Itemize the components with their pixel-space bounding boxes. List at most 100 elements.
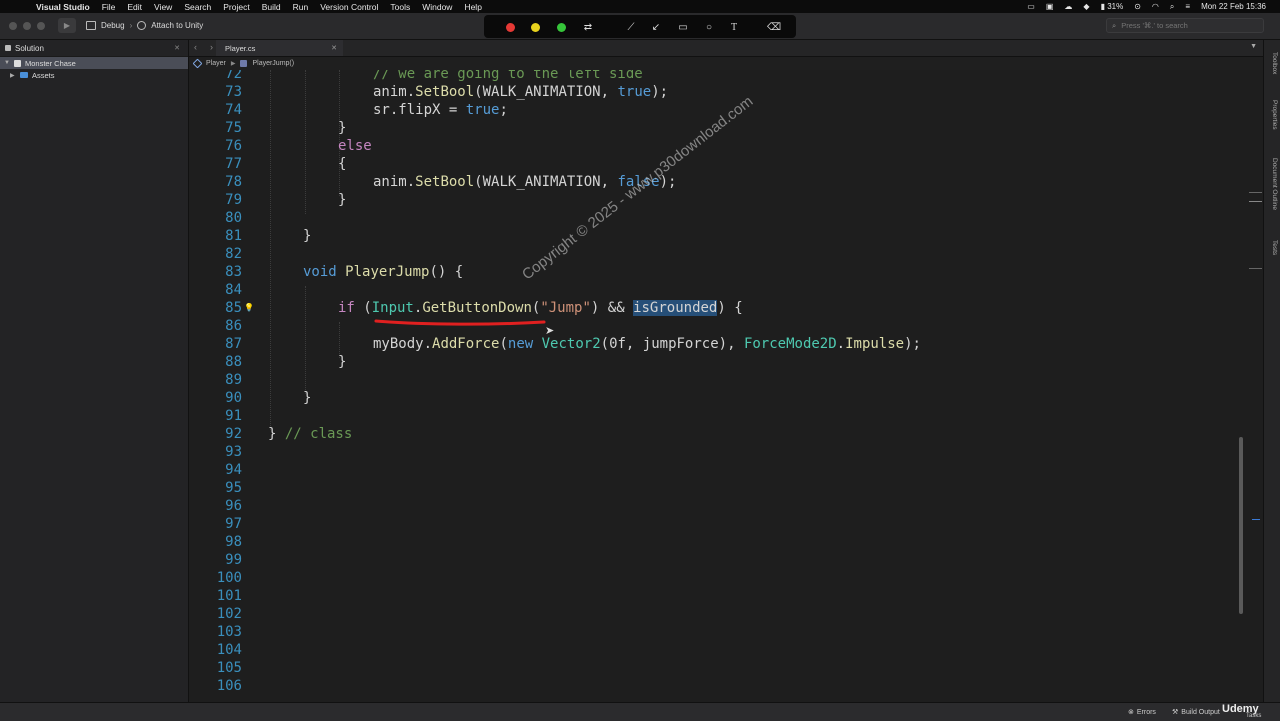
- line-number[interactable]: 99: [189, 551, 242, 569]
- battery-status[interactable]: ▮ 31%: [1101, 2, 1124, 11]
- errors-pad-button[interactable]: ⊗ Errors: [1128, 708, 1156, 717]
- text-tool-icon[interactable]: T: [727, 20, 741, 34]
- breadcrumb-method[interactable]: PlayerJump(): [252, 60, 294, 67]
- line-number[interactable]: 75: [189, 119, 242, 137]
- search-input[interactable]: [1121, 21, 1242, 30]
- line-number[interactable]: 76: [189, 137, 242, 155]
- window-zoom-button[interactable]: [37, 22, 45, 30]
- pad-toolbox[interactable]: Toolbox: [1267, 52, 1278, 74]
- cloud-icon[interactable]: ☁: [1064, 2, 1072, 11]
- arrow-tool-icon[interactable]: ↙: [649, 20, 663, 34]
- line-tool-icon[interactable]: ⟋: [624, 20, 638, 34]
- menu-help[interactable]: Help: [464, 2, 481, 12]
- line-number[interactable]: 83: [189, 263, 242, 281]
- tree-item-monster-chase[interactable]: ▼ Monster Chase: [0, 57, 188, 69]
- tree-item-assets[interactable]: ▶ Assets: [0, 69, 188, 81]
- line-number[interactable]: 73: [189, 83, 242, 101]
- line-number[interactable]: 89: [189, 371, 242, 389]
- tab-list-dropdown-icon[interactable]: ▼: [1250, 43, 1257, 50]
- vertical-scrollbar[interactable]: [1239, 70, 1249, 694]
- code-text: }: [338, 354, 347, 370]
- line-number[interactable]: 90: [189, 389, 242, 407]
- circle-tool-icon[interactable]: ○: [702, 20, 716, 34]
- attach-label[interactable]: Attach to Unity: [151, 21, 203, 30]
- spotlight-icon[interactable]: ⌕: [1170, 2, 1174, 12]
- menu-project[interactable]: Project: [223, 2, 249, 12]
- menu-build[interactable]: Build: [262, 2, 281, 12]
- line-number[interactable]: 100: [189, 569, 242, 587]
- close-icon[interactable]: ✕: [331, 44, 337, 52]
- window-minimize-button[interactable]: [23, 22, 31, 30]
- red-color-swatch[interactable]: [503, 20, 517, 34]
- disclosure-right-icon[interactable]: ▶: [10, 72, 16, 79]
- nav-back-icon[interactable]: ‹: [194, 42, 197, 52]
- green-color-swatch[interactable]: [554, 20, 568, 34]
- line-number[interactable]: 87: [189, 335, 242, 353]
- menu-tools[interactable]: Tools: [390, 2, 410, 12]
- menu-edit[interactable]: Edit: [127, 2, 142, 12]
- line-number[interactable]: 97: [189, 515, 242, 533]
- disclosure-down-icon[interactable]: ▼: [4, 60, 10, 66]
- line-number[interactable]: 105: [189, 659, 242, 677]
- pad-properties[interactable]: Properties: [1267, 100, 1278, 130]
- menu-app-name[interactable]: Visual Studio: [36, 2, 90, 12]
- line-number[interactable]: 84: [189, 281, 242, 299]
- line-number[interactable]: 94: [189, 461, 242, 479]
- rectangle-tool-icon[interactable]: ▭: [676, 20, 690, 34]
- line-number[interactable]: 78: [189, 173, 242, 191]
- line-number[interactable]: 102: [189, 605, 242, 623]
- control-center-icon[interactable]: ≡: [1185, 2, 1190, 11]
- line-number[interactable]: 74: [189, 101, 242, 119]
- line-number[interactable]: 82: [189, 245, 242, 263]
- tab-player-cs[interactable]: Player.cs ✕: [216, 40, 343, 56]
- tasks-pad-button[interactable]: Tasks: [1246, 713, 1261, 719]
- search-box[interactable]: ⌕: [1106, 18, 1264, 33]
- line-number[interactable]: 96: [189, 497, 242, 515]
- line-number[interactable]: 88: [189, 353, 242, 371]
- run-configuration[interactable]: Debug › Attach to Unity: [86, 18, 203, 33]
- line-number[interactable]: 92: [189, 425, 242, 443]
- line-number[interactable]: 91: [189, 407, 242, 425]
- line-number[interactable]: 104: [189, 641, 242, 659]
- clock[interactable]: Mon 22 Feb 15:36: [1201, 2, 1266, 11]
- menu-view[interactable]: View: [154, 2, 172, 12]
- pad-document-outline[interactable]: Document Outline: [1267, 158, 1278, 210]
- window-close-button[interactable]: [9, 22, 17, 30]
- nav-forward-icon[interactable]: ›: [210, 42, 213, 52]
- line-number[interactable]: 77: [189, 155, 242, 173]
- cast-icon[interactable]: ▣: [1046, 2, 1054, 11]
- menu-file[interactable]: File: [102, 2, 116, 12]
- line-number[interactable]: 86: [189, 317, 242, 335]
- shuffle-icon[interactable]: ⇄: [581, 20, 595, 34]
- menu-window[interactable]: Window: [422, 2, 452, 12]
- code-editor[interactable]: 72 // we are going to the left side 73 anim…: [189, 70, 1239, 694]
- breadcrumb-class[interactable]: Player: [206, 60, 226, 67]
- line-number[interactable]: 79: [189, 191, 242, 209]
- run-button[interactable]: ▶: [58, 18, 76, 33]
- line-number[interactable]: 85: [189, 299, 242, 317]
- build-output-button[interactable]: ⚒ Build Output: [1172, 708, 1220, 717]
- eraser-icon[interactable]: ⌫: [767, 20, 781, 34]
- configuration-label[interactable]: Debug: [101, 21, 125, 30]
- line-number[interactable]: 93: [189, 443, 242, 461]
- scrollbar-thumb[interactable]: [1239, 437, 1243, 614]
- yellow-color-swatch[interactable]: [528, 20, 542, 34]
- line-number[interactable]: 103: [189, 623, 242, 641]
- menu-version-control[interactable]: Version Control: [320, 2, 378, 12]
- line-number[interactable]: 72: [189, 70, 242, 83]
- line-number[interactable]: 80: [189, 209, 242, 227]
- menu-search[interactable]: Search: [184, 2, 211, 12]
- lightbulb-icon[interactable]: 💡: [244, 299, 254, 317]
- menu-run[interactable]: Run: [293, 2, 309, 12]
- vpn-icon[interactable]: ⊙: [1134, 2, 1141, 11]
- close-icon[interactable]: ✕: [174, 44, 180, 52]
- wifi-icon[interactable]: ◠: [1152, 2, 1159, 11]
- line-number[interactable]: 106: [189, 677, 242, 694]
- line-number[interactable]: 98: [189, 533, 242, 551]
- line-number[interactable]: 81: [189, 227, 242, 245]
- pad-tests[interactable]: Tests: [1267, 240, 1278, 255]
- line-number[interactable]: 101: [189, 587, 242, 605]
- vscode-icon[interactable]: ◆: [1083, 2, 1089, 11]
- display-icon[interactable]: ▭: [1027, 2, 1035, 11]
- line-number[interactable]: 95: [189, 479, 242, 497]
